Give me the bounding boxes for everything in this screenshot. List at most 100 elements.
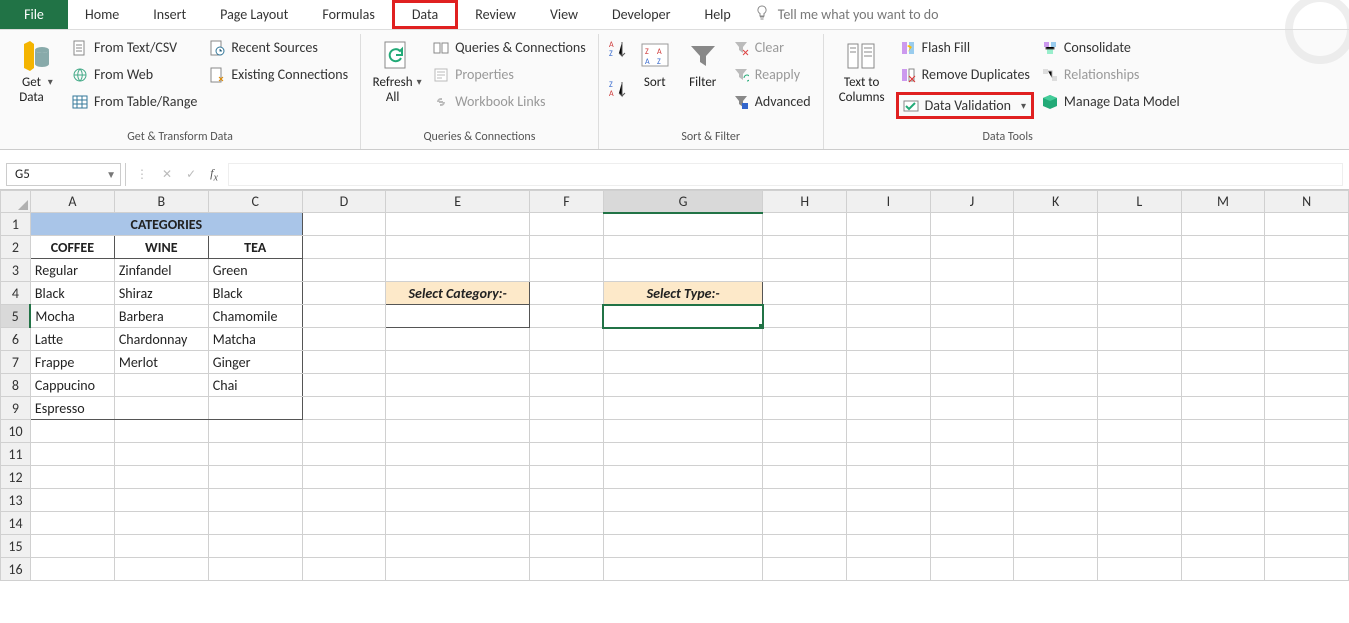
cell-B8[interactable] [114,374,208,397]
row-header-15[interactable]: 15 [1,535,31,558]
cell-G16[interactable] [603,558,763,581]
cell-B3[interactable]: Zinfandel [114,259,208,282]
manage-data-model-button[interactable]: Manage Data Model [1038,92,1184,111]
cell-C13[interactable] [208,489,302,512]
cell-B13[interactable] [114,489,208,512]
cell-L3[interactable] [1097,259,1181,282]
cell-M14[interactable] [1181,512,1265,535]
cell-J14[interactable] [930,512,1014,535]
tab-file[interactable]: File [0,0,68,29]
from-text-csv-button[interactable]: From Text/CSV [68,38,201,57]
cell-K16[interactable] [1014,558,1098,581]
cell-L2[interactable] [1097,236,1181,259]
col-header-J[interactable]: J [930,191,1014,213]
cell-L1[interactable] [1097,213,1181,236]
cell-D11[interactable] [302,443,386,466]
cell-K7[interactable] [1014,351,1098,374]
row-header-7[interactable]: 7 [1,351,31,374]
cell-M4[interactable] [1181,282,1265,305]
cell-N4[interactable] [1265,282,1349,305]
cell-L10[interactable] [1097,420,1181,443]
cell-L4[interactable] [1097,282,1181,305]
tab-formulas[interactable]: Formulas [305,0,391,29]
cell-G12[interactable] [603,466,763,489]
cell-D1[interactable] [302,213,386,236]
cell-H10[interactable] [763,420,847,443]
existing-connections-button[interactable]: Existing Connections [205,65,352,84]
cell-G15[interactable] [603,535,763,558]
row-header-11[interactable]: 11 [1,443,31,466]
data-validation-button[interactable]: Data Validation [896,92,1034,119]
spreadsheet-grid[interactable]: ABCDEFGHIJKLMN1CATEGORIES2COFFEEWINETEA3… [0,190,1349,581]
cell-I8[interactable] [847,374,931,397]
cell-L7[interactable] [1097,351,1181,374]
cell-E11[interactable] [386,443,530,466]
cell-H11[interactable] [763,443,847,466]
row-header-9[interactable]: 9 [1,397,31,420]
cell-E3[interactable] [386,259,530,282]
row-header-13[interactable]: 13 [1,489,31,512]
cell-G6[interactable] [603,328,763,351]
cell-L8[interactable] [1097,374,1181,397]
from-web-button[interactable]: From Web [68,65,201,84]
name-box[interactable]: G5▼ [6,163,121,186]
cell-E12[interactable] [386,466,530,489]
cell-J2[interactable] [930,236,1014,259]
cell-K8[interactable] [1014,374,1098,397]
cell-E6[interactable] [386,328,530,351]
cell-A12[interactable] [30,466,114,489]
cell-H12[interactable] [763,466,847,489]
cell-D12[interactable] [302,466,386,489]
cell-F1[interactable] [530,213,604,236]
cell-H3[interactable] [763,259,847,282]
cell-C16[interactable] [208,558,302,581]
cell-I1[interactable] [847,213,931,236]
cell-J10[interactable] [930,420,1014,443]
cell-I2[interactable] [847,236,931,259]
cell-L15[interactable] [1097,535,1181,558]
cell-M10[interactable] [1181,420,1265,443]
col-header-H[interactable]: H [763,191,847,213]
filter-button[interactable]: Filter [681,38,725,108]
cell-K9[interactable] [1014,397,1098,420]
cell-K13[interactable] [1014,489,1098,512]
cell-M15[interactable] [1181,535,1265,558]
cell-E2[interactable] [386,236,530,259]
cell-N14[interactable] [1265,512,1349,535]
cell-A2[interactable]: COFFEE [30,236,114,259]
cell-C12[interactable] [208,466,302,489]
cell-L11[interactable] [1097,443,1181,466]
cell-N5[interactable] [1265,305,1349,328]
cell-I3[interactable] [847,259,931,282]
cell-A16[interactable] [30,558,114,581]
cell-H5[interactable] [763,305,847,328]
row-header-1[interactable]: 1 [1,213,31,236]
cell-I10[interactable] [847,420,931,443]
cell-C14[interactable] [208,512,302,535]
col-header-M[interactable]: M [1181,191,1265,213]
queries-connections-button[interactable]: Queries & Connections [429,38,590,57]
cell-L13[interactable] [1097,489,1181,512]
cell-N12[interactable] [1265,466,1349,489]
cell-D10[interactable] [302,420,386,443]
cell-A7[interactable]: Frappe [30,351,114,374]
cell-B9[interactable] [114,397,208,420]
cell-F14[interactable] [530,512,604,535]
flash-fill-button[interactable]: Flash Fill [896,38,1034,57]
cell-F13[interactable] [530,489,604,512]
cell-A5[interactable]: Mocha [30,305,114,328]
cell-G11[interactable] [603,443,763,466]
cell-K6[interactable] [1014,328,1098,351]
cell-G3[interactable] [603,259,763,282]
row-header-8[interactable]: 8 [1,374,31,397]
refresh-all-button[interactable]: Refresh All [369,38,425,108]
col-header-C[interactable]: C [208,191,302,213]
cell-H9[interactable] [763,397,847,420]
cell-B4[interactable]: Shiraz [114,282,208,305]
row-header-4[interactable]: 4 [1,282,31,305]
cell-E8[interactable] [386,374,530,397]
cell-D8[interactable] [302,374,386,397]
cell-A8[interactable]: Cappucino [30,374,114,397]
cell-H13[interactable] [763,489,847,512]
cell-J5[interactable] [930,305,1014,328]
